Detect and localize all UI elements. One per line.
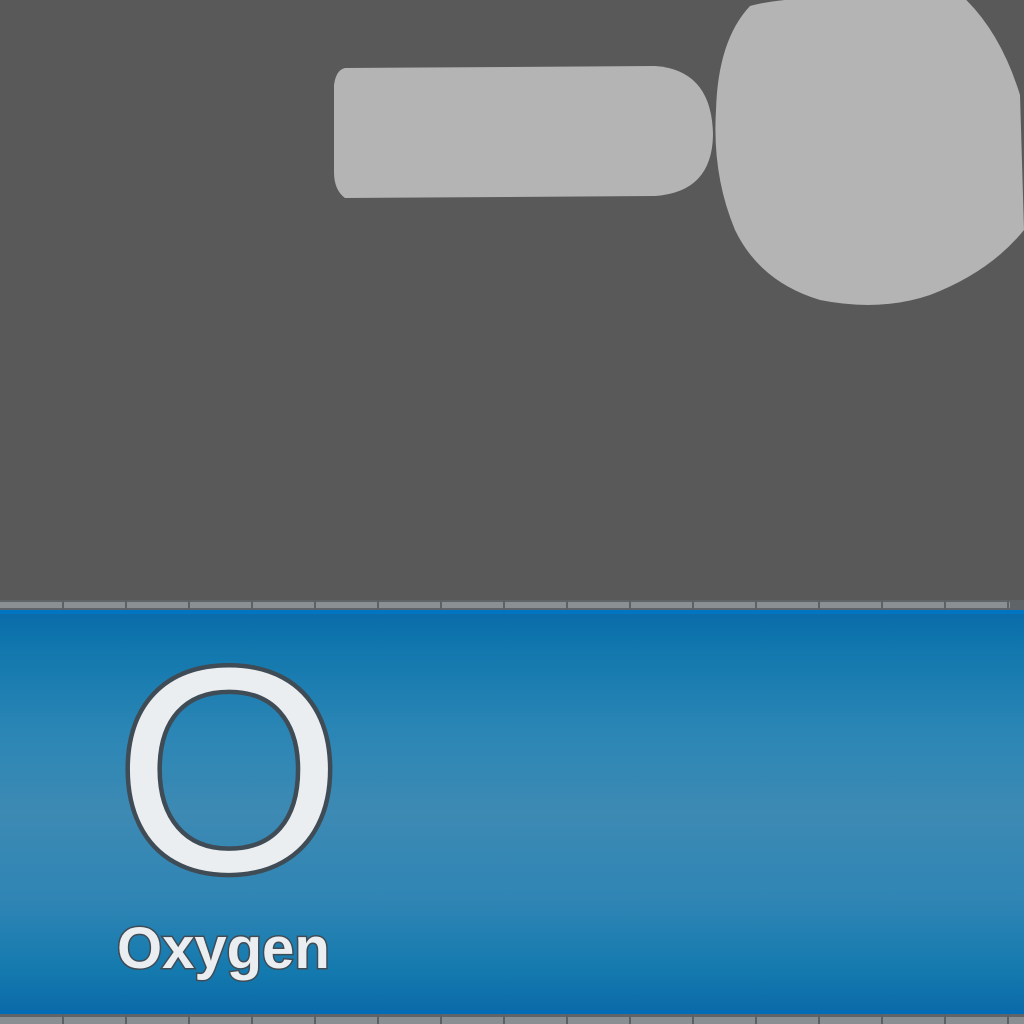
game-screen: O Oxygen — [0, 0, 1024, 1024]
capsule-shape — [334, 66, 713, 198]
tile-border-top — [0, 600, 1024, 610]
placeholder-art — [334, 0, 1024, 305]
tile-border-bottom — [0, 1014, 1024, 1024]
round-blob-shape — [715, 0, 1024, 305]
element-symbol: O — [122, 648, 337, 893]
element-name-label: Oxygen — [116, 915, 332, 983]
element-symbol-text: O — [122, 648, 337, 893]
upper-area — [0, 0, 1024, 600]
